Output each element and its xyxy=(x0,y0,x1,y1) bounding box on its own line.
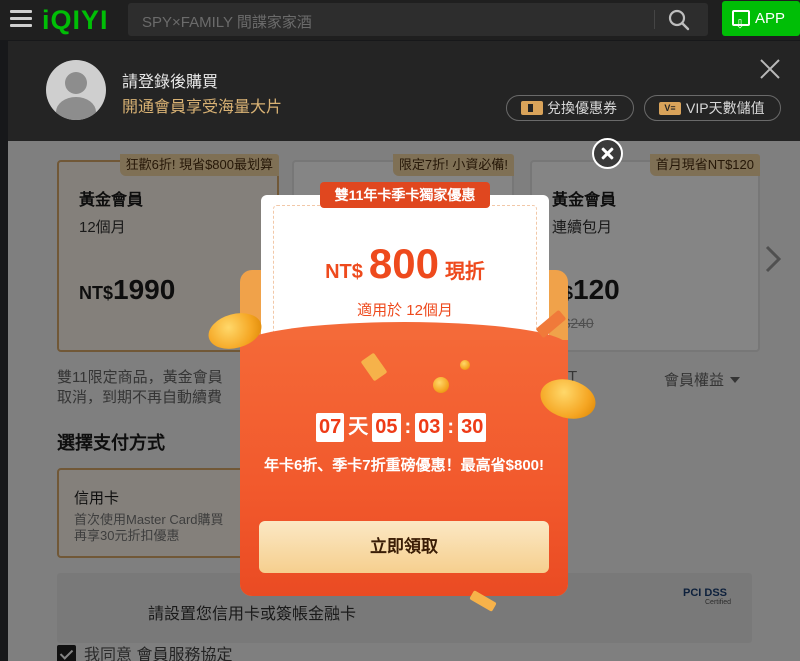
menu-icon[interactable] xyxy=(10,10,32,28)
promo-message: 年卡6折、季卡7折重磅優惠！最高省$800! xyxy=(263,457,545,474)
gold-coin-icon xyxy=(460,360,470,370)
timer-day-label: 天 xyxy=(348,416,369,438)
app-download-button[interactable]: APP xyxy=(722,1,800,42)
redeem-coupon-label: 兌換優惠券 xyxy=(547,100,617,116)
countdown-timer: 07 天 05:03:30 xyxy=(316,413,487,442)
search-input[interactable]: SPY×FAMILY 間諜家家酒 xyxy=(142,11,312,32)
discount-value: 800 xyxy=(368,240,439,287)
dialog-header: 請登錄後購買 開通會員享受海量大片 兌換優惠券 V≡ VIP天數儲值 xyxy=(8,41,800,141)
app-button-label: APP xyxy=(755,10,786,27)
search-icon[interactable] xyxy=(668,9,690,31)
claim-button[interactable]: 立即領取 xyxy=(259,521,549,573)
coupon-icon xyxy=(521,101,543,115)
top-bar: iQIYI SPY×FAMILY 間諜家家酒 APP xyxy=(0,0,800,42)
vip-card-icon: V≡ xyxy=(659,102,681,115)
popup-close-icon[interactable] xyxy=(592,138,623,169)
redeem-coupon-button[interactable]: 兌換優惠券 xyxy=(506,95,634,121)
vip-days-topup-button[interactable]: V≡ VIP天數儲值 xyxy=(644,95,781,121)
timer-separator: : xyxy=(447,416,455,438)
promo-ribbon: 雙11年卡季卡獨家優惠 xyxy=(320,182,490,208)
discount-amount: NT$ 800 現折 xyxy=(261,240,549,288)
discount-tag: 現折 xyxy=(444,261,485,283)
vip-days-topup-label: VIP天數儲值 xyxy=(686,100,765,116)
avatar[interactable] xyxy=(46,60,106,120)
discount-applies: 適用於 12個月 xyxy=(357,302,453,319)
download-icon xyxy=(732,7,750,42)
search-divider xyxy=(654,10,655,29)
search-box[interactable]: SPY×FAMILY 間諜家家酒 xyxy=(128,3,708,36)
timer-hours: 05 xyxy=(372,413,401,442)
timer-separator: : xyxy=(404,416,412,438)
login-subtitle: 開通會員享受海量大片 xyxy=(122,99,283,116)
dialog-close-icon[interactable] xyxy=(758,57,782,81)
iqiyi-logo[interactable]: iQIYI xyxy=(42,4,109,36)
login-title[interactable]: 請登錄後購買 xyxy=(122,68,218,92)
timer-days: 07 xyxy=(316,413,345,442)
discount-currency: NT$ xyxy=(325,261,363,283)
gold-coin-icon xyxy=(433,377,449,393)
timer-minutes: 03 xyxy=(415,413,444,442)
timer-seconds: 30 xyxy=(458,413,487,442)
